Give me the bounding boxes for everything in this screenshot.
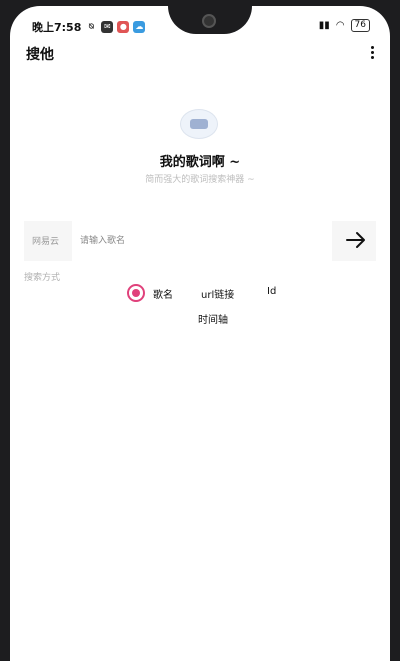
- app-notification-icon: ●: [117, 21, 130, 33]
- app-header: 搜他: [10, 40, 390, 74]
- page-title: 搜他: [26, 47, 54, 63]
- search-mode-label: 搜索方式: [24, 273, 61, 283]
- logo-icon: [190, 119, 208, 129]
- wifi-icon: ◠: [335, 20, 345, 31]
- signal-icon: ▮▮: [318, 20, 330, 31]
- search-input[interactable]: [72, 221, 332, 261]
- mute-bell-icon: ⍉: [88, 22, 94, 31]
- app-logo: [180, 109, 218, 139]
- status-time: 晚上7:58: [32, 21, 82, 34]
- message-icon: ✉: [101, 21, 114, 33]
- option-timeline[interactable]: 时间轴: [198, 311, 228, 326]
- more-dot-icon: [370, 56, 374, 59]
- hero-title: 我的歌词啊 ~: [159, 155, 241, 170]
- status-right: ▮▮ ◠ 76: [319, 19, 370, 32]
- hero-subtitle: 简而强大的歌词搜索神器 ~: [145, 175, 255, 185]
- search-bar: 网易云: [24, 221, 376, 261]
- battery-icon: 76: [350, 19, 370, 32]
- camera-notch: [168, 6, 252, 34]
- app-screen: 晚上7:58 ⍉ ✉ ● ☁ ▮▮ ◠ 76 搜他 我的歌词啊 ~ 简而强大的歌…: [10, 6, 390, 661]
- more-dot-icon: [370, 46, 374, 49]
- camera-icon: [202, 14, 216, 28]
- more-menu-button[interactable]: [366, 44, 378, 64]
- more-dot-icon: [370, 51, 374, 54]
- source-selector[interactable]: 网易云: [32, 234, 59, 247]
- cloud-notification-icon: ☁: [133, 21, 146, 33]
- arrow-right-icon[interactable]: [344, 228, 368, 252]
- status-bar: 晚上7:58 ⍉ ✉ ● ☁: [32, 18, 146, 36]
- option-id[interactable]: Id: [267, 286, 276, 297]
- radio-selected-icon[interactable]: [127, 284, 145, 302]
- option-song-name[interactable]: 歌名: [153, 286, 173, 301]
- option-url-link[interactable]: url链接: [201, 286, 234, 301]
